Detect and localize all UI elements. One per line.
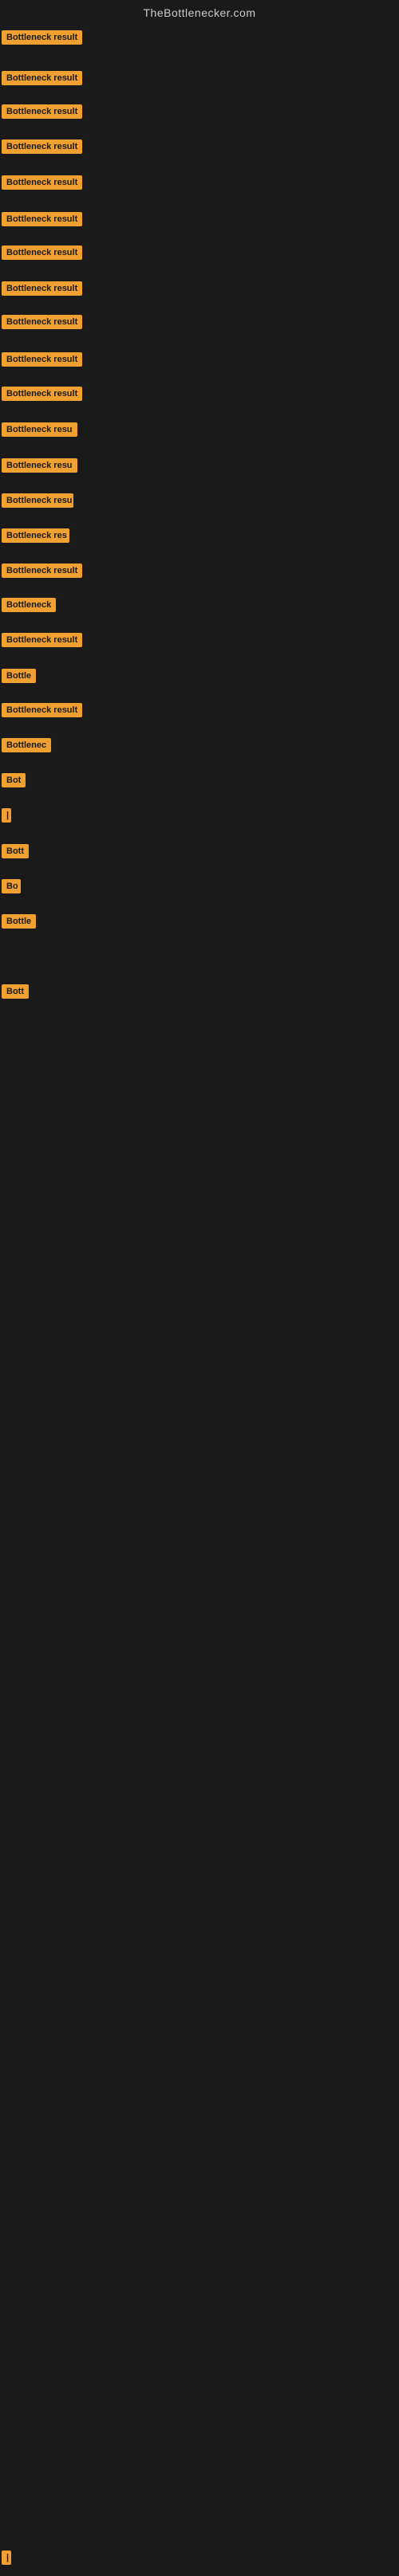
badge-label-20: Bottleneck result — [2, 703, 82, 717]
bottleneck-badge-11[interactable]: Bottleneck result — [2, 387, 82, 405]
badge-label-6: Bottleneck result — [2, 212, 82, 226]
badge-label-21: Bottlenec — [2, 738, 51, 752]
bottleneck-badge-24[interactable]: Bott — [2, 844, 29, 862]
bottleneck-badge-14[interactable]: Bottleneck resu — [2, 493, 73, 512]
badge-label-28: | — [2, 2550, 11, 2565]
bottleneck-badge-9[interactable]: Bottleneck result — [2, 315, 82, 333]
bottleneck-badge-2[interactable]: Bottleneck result — [2, 71, 82, 89]
badge-label-19: Bottle — [2, 669, 36, 683]
badge-label-4: Bottleneck result — [2, 139, 82, 154]
bottleneck-badge-12[interactable]: Bottleneck resu — [2, 422, 77, 441]
badge-label-1: Bottleneck result — [2, 30, 82, 45]
bottleneck-badge-7[interactable]: Bottleneck result — [2, 245, 82, 264]
badge-label-18: Bottleneck result — [2, 633, 82, 647]
badge-label-13: Bottleneck resu — [2, 458, 77, 473]
bottleneck-badge-18[interactable]: Bottleneck result — [2, 633, 82, 651]
badge-label-7: Bottleneck result — [2, 245, 82, 260]
badge-label-3: Bottleneck result — [2, 104, 82, 119]
bottleneck-badge-8[interactable]: Bottleneck result — [2, 281, 82, 300]
badge-label-10: Bottleneck result — [2, 352, 82, 367]
bottleneck-badge-20[interactable]: Bottleneck result — [2, 703, 82, 721]
bottleneck-badge-4[interactable]: Bottleneck result — [2, 139, 82, 158]
bottleneck-badge-28[interactable]: | — [2, 2550, 11, 2569]
bottleneck-badge-10[interactable]: Bottleneck result — [2, 352, 82, 371]
badge-label-12: Bottleneck resu — [2, 422, 77, 437]
bottleneck-badge-15[interactable]: Bottleneck res — [2, 528, 69, 547]
badge-label-24: Bott — [2, 844, 29, 858]
bottleneck-badge-1[interactable]: Bottleneck result — [2, 30, 82, 49]
badge-label-2: Bottleneck result — [2, 71, 82, 85]
badge-label-11: Bottleneck result — [2, 387, 82, 401]
bottleneck-badge-21[interactable]: Bottlenec — [2, 738, 51, 756]
bottleneck-badge-26[interactable]: Bottle — [2, 914, 36, 933]
badge-label-22: Bot — [2, 773, 26, 787]
bottleneck-badge-19[interactable]: Bottle — [2, 669, 36, 687]
badge-label-14: Bottleneck resu — [2, 493, 73, 508]
badge-label-16: Bottleneck result — [2, 564, 82, 578]
bottleneck-badge-23[interactable]: | — [2, 808, 11, 827]
badge-label-17: Bottleneck — [2, 598, 56, 612]
badge-label-26: Bottle — [2, 914, 36, 929]
site-title: TheBottlenecker.com — [0, 0, 399, 26]
badge-label-27: Bott — [2, 984, 29, 999]
badge-label-5: Bottleneck result — [2, 175, 82, 190]
bottleneck-badge-13[interactable]: Bottleneck resu — [2, 458, 77, 477]
badge-label-8: Bottleneck result — [2, 281, 82, 296]
badge-label-23: | — [2, 808, 11, 823]
bottleneck-badge-22[interactable]: Bot — [2, 773, 26, 791]
badge-label-9: Bottleneck result — [2, 315, 82, 329]
badge-label-15: Bottleneck res — [2, 528, 69, 543]
bottleneck-badge-25[interactable]: Bo — [2, 879, 21, 897]
bottleneck-badge-27[interactable]: Bott — [2, 984, 29, 1003]
bottleneck-badge-5[interactable]: Bottleneck result — [2, 175, 82, 194]
bottleneck-badge-17[interactable]: Bottleneck — [2, 598, 56, 616]
bottleneck-badge-3[interactable]: Bottleneck result — [2, 104, 82, 123]
bottleneck-badge-6[interactable]: Bottleneck result — [2, 212, 82, 230]
bottleneck-badge-16[interactable]: Bottleneck result — [2, 564, 82, 582]
badge-label-25: Bo — [2, 879, 21, 893]
